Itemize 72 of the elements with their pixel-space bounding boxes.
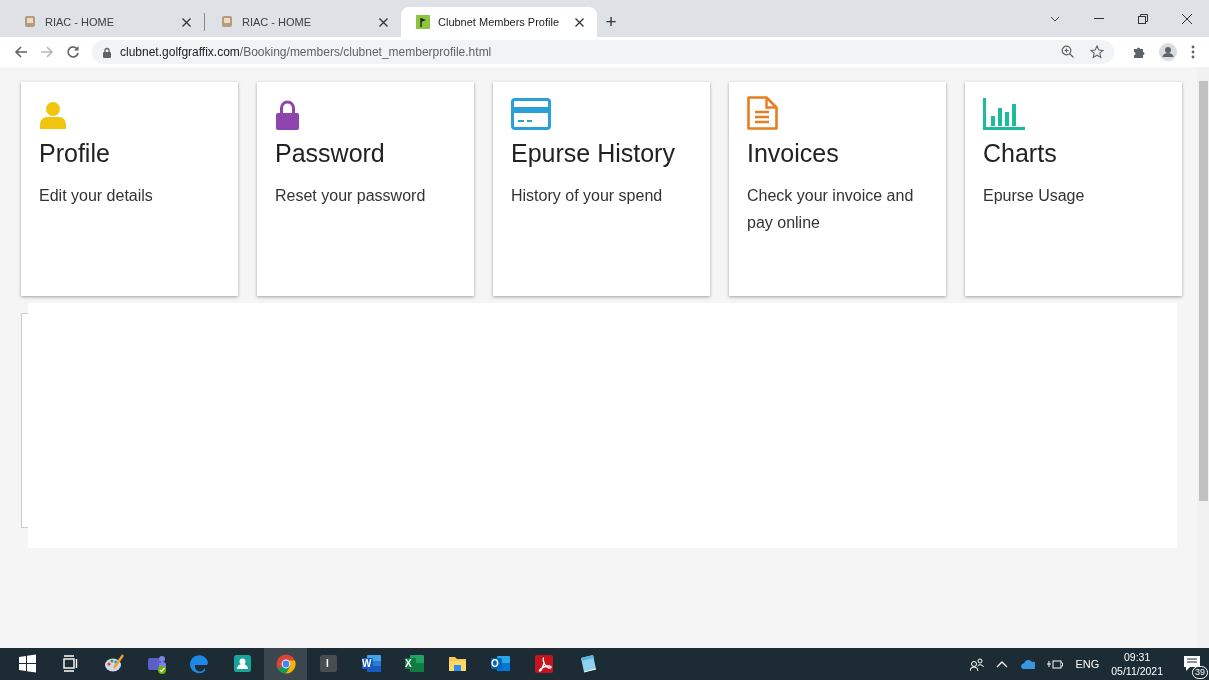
browser-tab[interactable]: RIAC - HOME [8,7,204,37]
url-text: clubnet.golfgraffix.com/Booking/members/clubnet_memberprofile.html [120,45,492,59]
close-icon[interactable] [182,17,191,27]
excel-icon [404,654,425,674]
cloud-icon[interactable] [1020,659,1036,669]
star-icon[interactable] [1090,45,1104,59]
tab-search-icon[interactable] [1050,15,1060,22]
scrollbar[interactable] [1197,67,1209,648]
teams-icon [146,654,167,674]
app-letter: W [362,658,372,669]
back-icon[interactable] [14,45,28,59]
close-icon[interactable] [575,17,584,27]
tab-title: RIAC - HOME [45,16,116,28]
notification-count: 39 [1192,666,1208,679]
card-title: Epurse History [511,139,675,168]
taskbar-button[interactable]: O [479,648,522,680]
word-icon [361,654,382,674]
folder-icon [447,654,468,674]
palette-icon [103,654,124,674]
contact-icon [232,654,253,674]
app-letter: X [405,658,412,669]
browser-tab[interactable]: Clubnet Members Profile [401,7,597,37]
menu-card[interactable]: Password Reset your password [257,82,474,296]
browser-tab[interactable]: RIAC - HOME [205,7,401,37]
address-bar[interactable]: clubnet.golfgraffix.com/Booking/members/clubnet_memberprofile.html [92,40,1114,64]
close-icon[interactable] [379,17,388,27]
card-description: Reset your password [275,186,426,206]
menu-card[interactable]: Epurse History History of your spend [493,82,710,296]
card-title: Profile [39,139,110,168]
reload-icon[interactable] [66,45,80,59]
edge-icon [189,654,210,674]
app-icon [318,654,339,674]
card-title: Password [275,139,385,168]
card-description: Edit your details [39,186,153,206]
card-description: Check your invoice and pay online [747,186,915,233]
clock[interactable]: 09:31 05/11/2021 [1111,650,1163,678]
taskbar-button[interactable]: X [393,648,436,680]
card-description: Epurse Usage [983,186,1085,206]
avatar-icon[interactable] [1159,43,1177,61]
menu-card[interactable]: Profile Edit your details [21,82,238,296]
chrome-icon [275,654,296,674]
language-indicator[interactable]: ENG [1075,658,1100,670]
battery-icon[interactable] [1047,658,1064,670]
new-tab-button[interactable]: + [597,10,625,33]
menu-card[interactable]: Invoices Check your invoice and pay online [729,82,946,296]
restore-icon[interactable] [1138,13,1148,24]
menu-icon[interactable] [1191,45,1195,59]
taskbar-button[interactable]: W [350,648,393,680]
tab-title: Clubnet Members Profile [438,16,561,28]
crest-icon [220,15,234,29]
close-icon[interactable] [1182,13,1192,24]
tab-title: RIAC - HOME [242,16,313,28]
card-description: History of your spend [511,186,663,206]
windows-icon [17,654,38,674]
flag-icon [416,15,430,29]
pdf-icon [533,654,554,674]
clock-date: 05/11/2021 [1111,664,1163,678]
people-icon[interactable] [970,657,985,671]
crest-icon [23,15,37,29]
app-letter: I [326,658,329,669]
menu-card[interactable]: Charts Epurse Usage [965,82,1182,296]
outlook-icon [490,654,511,674]
puzzle-icon[interactable] [1132,45,1145,59]
lock-icon[interactable] [102,46,112,58]
zoom-icon[interactable] [1061,45,1074,58]
clock-time: 09:31 [1123,650,1151,664]
card-title: Invoices [747,139,839,168]
taskbar-button[interactable]: I [307,648,350,680]
chevron-up-icon[interactable] [996,660,1009,668]
notification-icon[interactable] [1183,655,1201,671]
app-letter: O [491,658,499,669]
card-title: Charts [983,139,1057,168]
